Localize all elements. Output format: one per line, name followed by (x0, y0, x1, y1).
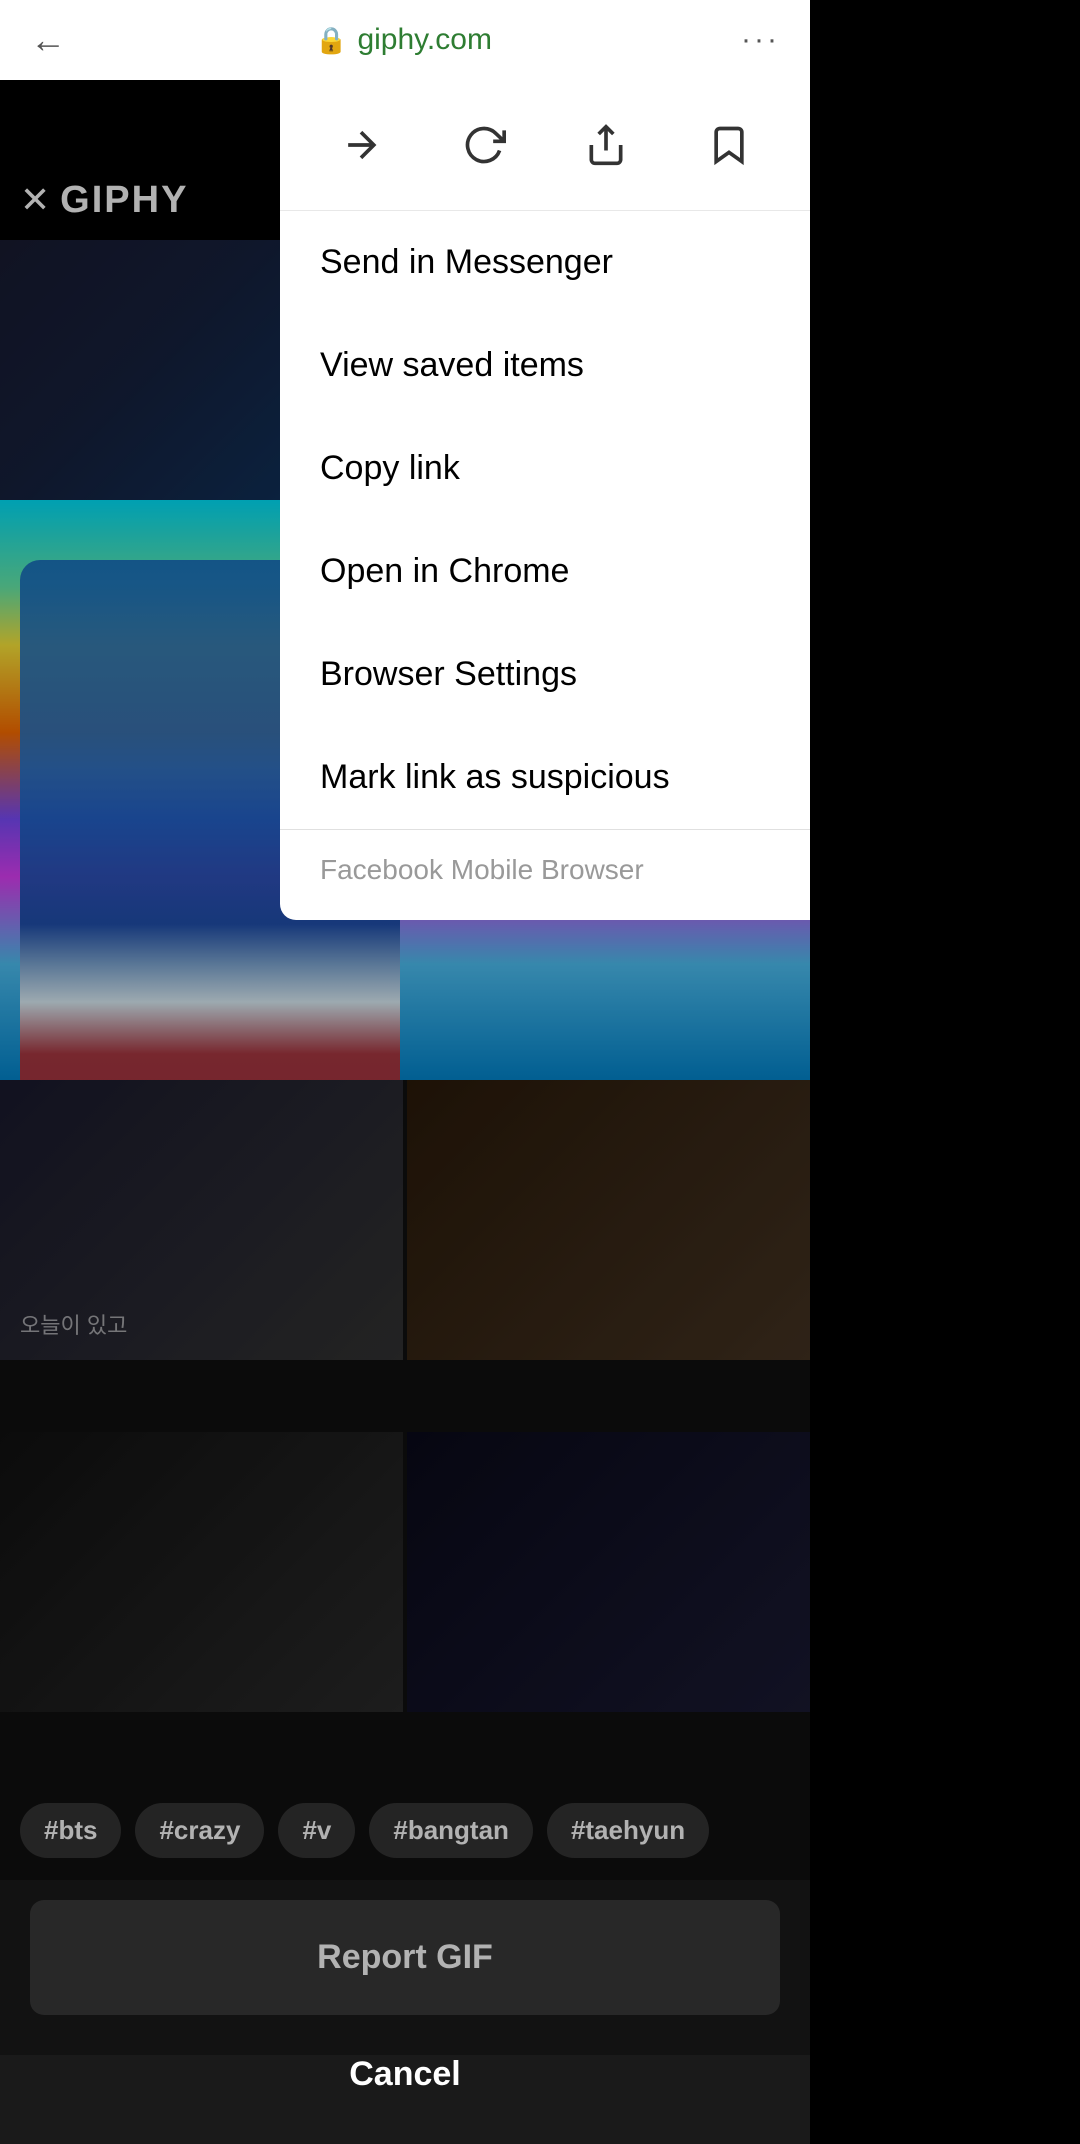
menu-view-saved[interactable]: View saved items (280, 314, 810, 417)
url-bar[interactable]: 🔒 giphy.com (315, 23, 492, 57)
menu-copy-link[interactable]: Copy link (280, 417, 810, 520)
menu-send-messenger[interactable]: Send in Messenger (280, 211, 810, 314)
url-text: giphy.com (357, 23, 492, 57)
bookmark-icon (707, 123, 751, 167)
forward-button[interactable] (326, 110, 396, 180)
back-button[interactable]: ← (30, 19, 66, 61)
share-button[interactable] (571, 110, 641, 180)
menu-open-chrome[interactable]: Open in Chrome (280, 520, 810, 623)
status-bar: ← 🔒 giphy.com ··· (0, 0, 810, 80)
dropdown-icon-row (280, 80, 810, 211)
menu-browser-settings[interactable]: Browser Settings (280, 623, 810, 726)
dropdown-footer: Facebook Mobile Browser (280, 830, 810, 910)
lock-icon: 🔒 (315, 25, 347, 56)
dropdown-menu: Send in Messenger View saved items Copy … (280, 80, 810, 920)
reload-button[interactable] (449, 110, 519, 180)
reload-icon (462, 123, 506, 167)
bookmark-button[interactable] (694, 110, 764, 180)
share-icon (584, 123, 628, 167)
forward-icon (339, 123, 383, 167)
menu-mark-suspicious[interactable]: Mark link as suspicious (280, 726, 810, 829)
more-button[interactable]: ··· (741, 23, 780, 57)
